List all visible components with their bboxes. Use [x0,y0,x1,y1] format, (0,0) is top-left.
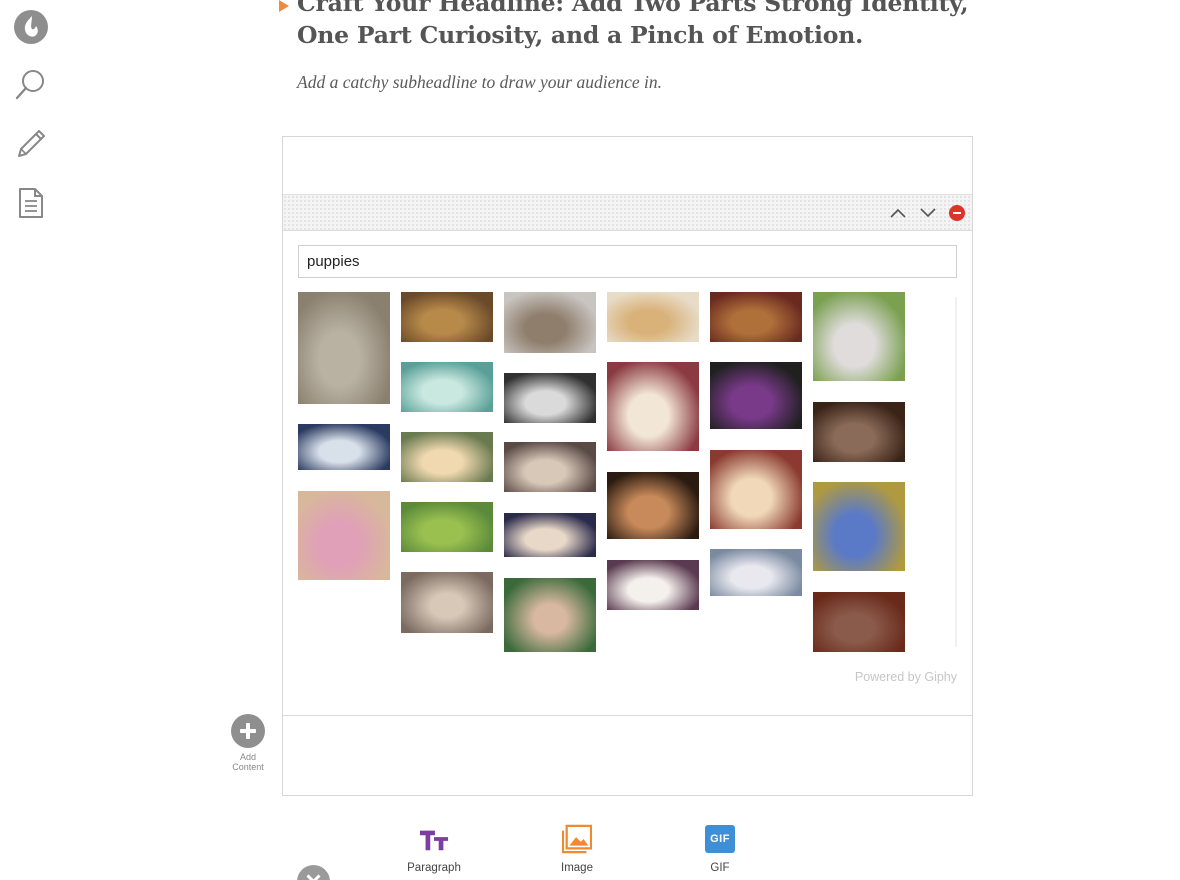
gif-results-grid [298,292,953,654]
text-tt-icon [419,824,449,854]
gif-thumbnail[interactable] [710,549,802,596]
gif-thumbnail[interactable] [504,513,596,557]
gif-thumbnail[interactable] [401,432,493,482]
gif-thumbnail[interactable] [813,482,905,571]
image-tool-button[interactable]: Image [532,824,622,874]
gif-thumbnail[interactable] [504,292,596,353]
gif-thumbnail[interactable] [607,362,699,451]
gif-thumbnail[interactable] [298,292,390,404]
gif-thumbnail[interactable] [401,572,493,633]
grid-scrollbar[interactable] [955,297,957,647]
gif-thumbnail[interactable] [298,491,390,580]
remove-icon[interactable] [949,205,965,221]
gif-thumbnail[interactable] [504,373,596,423]
gif-icon: GIF [705,824,735,854]
add-content-label: Add Content [232,752,264,772]
content-block-panel: Powered by Giphy [282,136,973,796]
gif-thumbnail[interactable] [710,450,802,529]
gif-thumbnail[interactable] [401,362,493,412]
gif-search-input[interactable] [298,245,957,278]
flame-logo-icon[interactable] [12,8,50,46]
document-icon[interactable] [12,184,50,222]
gif-thumbnail[interactable] [401,502,493,552]
block-top-area[interactable] [283,137,972,195]
block-toolbar [283,195,972,231]
gif-thumbnail[interactable] [504,578,596,652]
gif-tool-button[interactable]: GIF GIF [675,824,765,874]
gif-thumbnail[interactable] [813,402,905,462]
gif-badge: GIF [705,825,735,853]
gif-thumbnail[interactable] [710,362,802,429]
gif-thumbnail[interactable] [504,442,596,492]
add-content-button[interactable] [231,714,265,748]
page-subheadline[interactable]: Add a catchy subheadline to draw your au… [297,72,977,93]
search-icon[interactable] [12,66,50,104]
image-tool-label: Image [561,862,593,874]
paragraph-tool-button[interactable]: Paragraph [389,824,479,874]
paragraph-tool-label: Paragraph [407,862,461,874]
gif-thumbnail[interactable] [607,292,699,342]
pencil-icon[interactable] [12,125,50,163]
giphy-attribution: Powered by Giphy [854,670,957,684]
gif-tool-label: GIF [710,862,730,874]
page-headline[interactable]: Craft Your Headline: Add Two Parts Stron… [297,0,997,51]
left-rail [0,0,62,880]
block-divider [283,715,972,716]
gif-thumbnail[interactable] [298,424,390,470]
gif-thumbnail[interactable] [813,592,905,652]
gif-thumbnail[interactable] [607,472,699,539]
chevron-up-icon[interactable] [887,203,909,223]
image-icon [562,824,592,854]
close-button[interactable] [297,865,330,880]
gif-thumbnail[interactable] [401,292,493,342]
gif-thumbnail[interactable] [813,292,905,381]
title-marker [279,0,289,12]
gif-thumbnail[interactable] [607,560,699,610]
chevron-down-icon[interactable] [917,203,939,223]
gif-thumbnail[interactable] [710,292,802,342]
